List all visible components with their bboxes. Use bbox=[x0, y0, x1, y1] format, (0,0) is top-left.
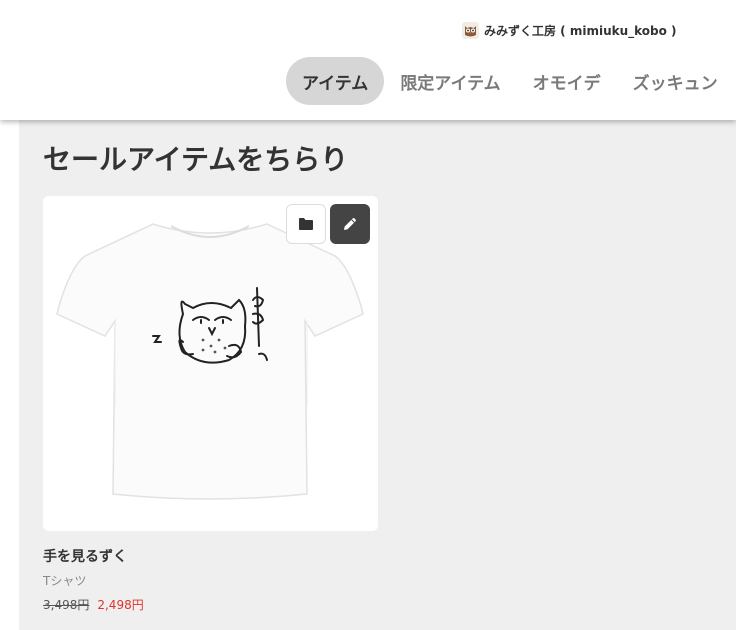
tab-limited-items[interactable]: 限定アイテム bbox=[384, 57, 516, 105]
product-type: Tシャツ bbox=[43, 574, 87, 588]
owl-avatar-icon bbox=[462, 21, 479, 39]
tab-items[interactable]: アイテム bbox=[286, 57, 385, 105]
folder-button[interactable] bbox=[286, 204, 326, 244]
pencil-icon bbox=[344, 218, 356, 230]
tab-omoide[interactable]: オモイデ bbox=[517, 57, 617, 105]
price-row: 3,498円 2,498円 bbox=[43, 596, 144, 613]
product-title[interactable]: 手を見るずく bbox=[43, 546, 127, 566]
sale-price: 2,498円 bbox=[97, 598, 144, 612]
main-nav: アイテム 限定アイテム オモイデ ズッキュン bbox=[286, 57, 734, 105]
folder-icon bbox=[299, 218, 313, 230]
tshirt-product-image bbox=[43, 196, 378, 531]
product-card[interactable] bbox=[43, 196, 378, 531]
tab-zukkyun[interactable]: ズッキュン bbox=[617, 57, 734, 105]
page-title: セールアイテムをちらり bbox=[43, 143, 349, 176]
site-header: みみずく工房 ( mimiuku_kobo ) アイテム 限定アイテム オモイデ… bbox=[0, 0, 736, 120]
shop-link[interactable]: みみずく工房 ( mimiuku_kobo ) bbox=[462, 20, 677, 40]
edit-button[interactable] bbox=[330, 204, 370, 244]
shop-name: みみずく工房 ( mimiuku_kobo ) bbox=[484, 23, 677, 38]
main-content: セールアイテムをちらり 手を見るずく Tシャツ 3,498円 2,498円 bbox=[19, 120, 736, 630]
original-price: 3,498円 bbox=[43, 598, 90, 612]
